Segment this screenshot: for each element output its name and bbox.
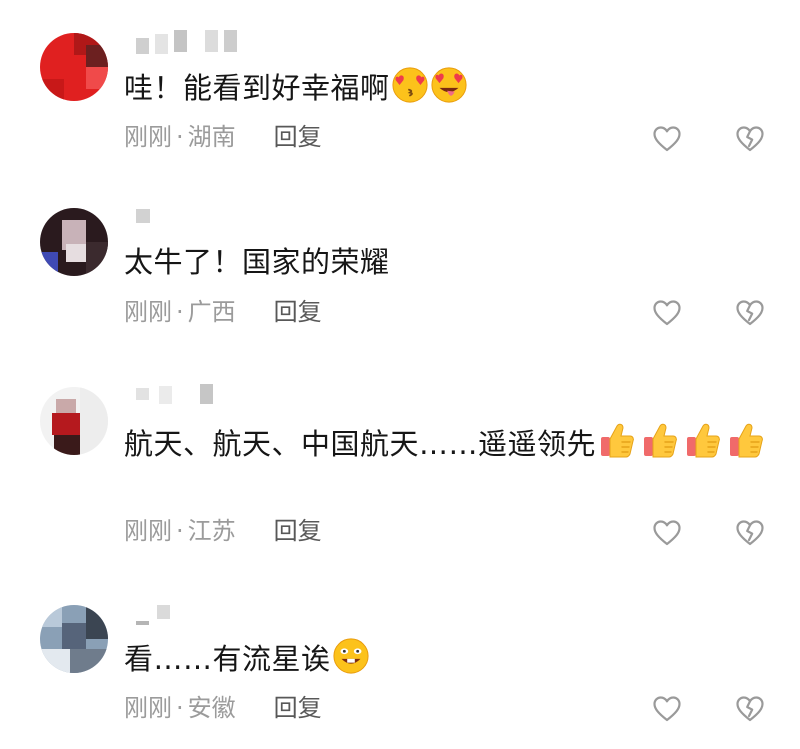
thumbs-up-emoji bbox=[640, 420, 682, 460]
broken-heart-outline-icon[interactable] bbox=[735, 124, 765, 154]
heart-eyes-tongue-emoji bbox=[430, 66, 468, 104]
comment-text: 看……有流星诶 bbox=[124, 637, 770, 680]
comment-text-content: 看……有流星诶 bbox=[124, 642, 331, 676]
avatar[interactable] bbox=[40, 208, 108, 276]
broken-heart-outline-icon[interactable] bbox=[735, 298, 765, 328]
comment-meta: 刚刚 · 广西 回复 bbox=[124, 297, 322, 327]
username[interactable] bbox=[136, 605, 170, 627]
thumbs-up-emoji bbox=[726, 420, 768, 460]
timestamp: 刚刚 bbox=[124, 694, 172, 722]
location: 安徽 bbox=[187, 694, 236, 722]
location: 湖南 bbox=[187, 123, 236, 151]
location: 广西 bbox=[187, 298, 236, 326]
comment-meta: 刚刚 · 湖南 回复 bbox=[124, 122, 322, 152]
comment-text: 哇！能看到好幸福啊 bbox=[124, 66, 770, 109]
thumbs-up-emoji bbox=[683, 420, 725, 460]
location: 江苏 bbox=[187, 517, 236, 545]
separator: · bbox=[176, 123, 184, 151]
reply-button[interactable]: 回复 bbox=[274, 516, 322, 546]
heart-outline-icon[interactable] bbox=[652, 298, 682, 328]
comment-text-content: 太牛了！国家的荣耀 bbox=[124, 245, 390, 279]
heart-outline-icon[interactable] bbox=[652, 518, 682, 548]
avatar[interactable] bbox=[40, 605, 108, 673]
separator: · bbox=[176, 694, 184, 722]
avatar[interactable] bbox=[40, 387, 108, 455]
username[interactable] bbox=[136, 384, 213, 406]
comment-meta: 刚刚 · 江苏 回复 bbox=[124, 516, 322, 546]
heart-outline-icon[interactable] bbox=[652, 124, 682, 154]
comment-text: 太牛了！国家的荣耀 bbox=[124, 241, 770, 283]
timestamp: 刚刚 bbox=[124, 123, 172, 151]
username[interactable] bbox=[136, 209, 150, 231]
reply-button[interactable]: 回复 bbox=[274, 693, 322, 723]
username[interactable] bbox=[136, 30, 237, 54]
thumbs-up-emoji bbox=[597, 420, 639, 460]
timestamp: 刚刚 bbox=[124, 298, 172, 326]
broken-heart-outline-icon[interactable] bbox=[735, 694, 765, 724]
reply-button[interactable]: 回复 bbox=[274, 297, 322, 327]
comment-text-content: 航天、航天、中国航天……遥遥领先 bbox=[124, 427, 597, 461]
reply-button[interactable]: 回复 bbox=[274, 122, 322, 152]
separator: · bbox=[176, 517, 184, 545]
comment-text: 航天、航天、中国航天……遥遥领先 bbox=[124, 420, 770, 465]
heart-eyes-kiss-emoji bbox=[391, 66, 429, 104]
avatar[interactable] bbox=[40, 33, 108, 101]
heart-outline-icon[interactable] bbox=[652, 694, 682, 724]
separator: · bbox=[176, 298, 184, 326]
comment-text-content: 哇！能看到好幸福啊 bbox=[124, 71, 390, 105]
grinning-emoji bbox=[332, 637, 370, 675]
timestamp: 刚刚 bbox=[124, 517, 172, 545]
comment-meta: 刚刚 · 安徽 回复 bbox=[124, 693, 322, 723]
broken-heart-outline-icon[interactable] bbox=[735, 518, 765, 548]
